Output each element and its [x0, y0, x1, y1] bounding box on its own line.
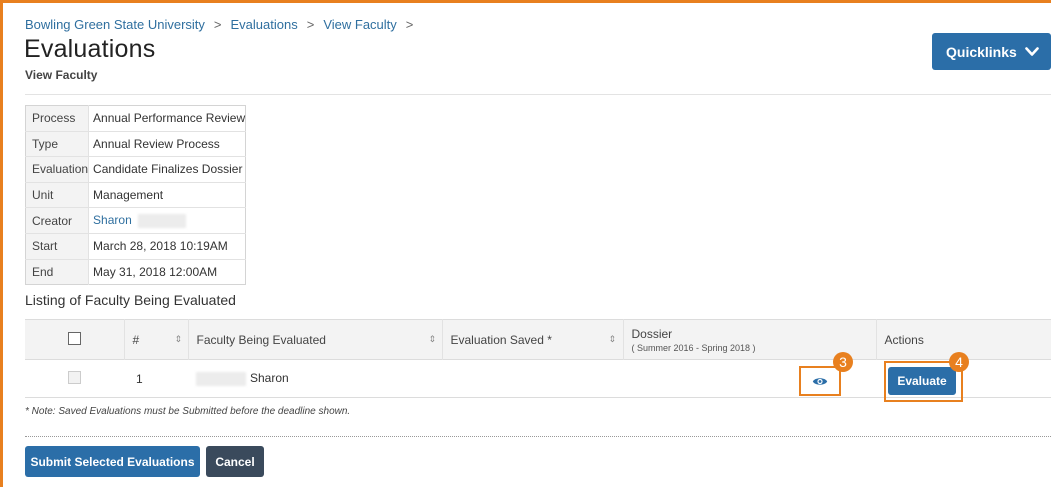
info-row-type: Type Annual Review Process: [25, 131, 246, 157]
highlight-frame-left: [0, 0, 3, 487]
breadcrumb: Bowling Green State University > Evaluatio…: [25, 17, 422, 32]
column-dossier-label: Dossier: [631, 326, 673, 341]
redacted-surname: [196, 371, 246, 386]
evaluate-button[interactable]: Evaluate: [888, 367, 956, 395]
quicklinks-label: Quicklinks: [946, 43, 1017, 60]
row-select-cell: [25, 360, 124, 398]
breadcrumb-evaluations[interactable]: Evaluations: [231, 17, 298, 32]
info-row-start: Start March 28, 2018 10:19AM: [25, 233, 246, 260]
chevron-down-icon: [1025, 46, 1039, 56]
info-row-unit: Unit Management: [25, 182, 246, 208]
page-title: Evaluations: [24, 35, 156, 63]
sort-icon: ⇕: [428, 334, 437, 344]
info-row-process: Process Annual Performance Review: [25, 105, 246, 132]
select-all-header: [25, 319, 125, 360]
column-number[interactable]: # ⇕: [124, 319, 189, 360]
divider: [25, 94, 1051, 95]
redacted-surname: [137, 214, 186, 229]
column-saved-label: Evaluation Saved *: [450, 332, 552, 347]
dossier-range: ( Summer 2016 - Spring 2018 ): [631, 342, 756, 353]
info-key: Type: [25, 131, 90, 157]
info-value: Annual Performance Review: [93, 111, 246, 126]
row-number: 1: [136, 371, 143, 386]
info-value: March 28, 2018 10:19AM: [93, 239, 228, 254]
info-key: Unit: [25, 182, 90, 208]
breadcrumb-separator: >: [405, 17, 414, 32]
column-number-label: #: [132, 332, 140, 347]
row-faculty-name: Sharon: [250, 371, 289, 386]
info-row-end: End May 31, 2018 12:00AM: [25, 259, 246, 285]
listing-heading: Listing of Faculty Being Evaluated: [25, 292, 236, 308]
step-badge-3: 3: [833, 352, 853, 372]
submit-selected-button[interactable]: Submit Selected Evaluations: [25, 446, 200, 477]
info-key: Evaluation: [25, 156, 90, 183]
row-faculty-cell: Sharon: [188, 360, 442, 398]
row-saved: [442, 360, 623, 398]
row-checkbox[interactable]: [68, 370, 81, 384]
info-key: End: [25, 259, 90, 285]
select-all-checkbox[interactable]: [67, 331, 81, 345]
sort-icon: ⇕: [608, 334, 617, 344]
divider-dotted: [25, 436, 1051, 437]
breadcrumb-separator: >: [306, 17, 315, 32]
info-value-creator: Sharon: [89, 208, 246, 234]
breadcrumb-university[interactable]: Bowling Green State University: [25, 17, 205, 32]
deadline-note: * Note: Saved Evaluations must be Submit…: [25, 406, 351, 417]
evaluation-info-table: Process Annual Performance Review Type A…: [25, 105, 247, 286]
info-key: Creator: [25, 207, 90, 234]
column-faculty[interactable]: Faculty Being Evaluated ⇕: [188, 319, 443, 360]
info-key: Start: [25, 233, 90, 260]
info-value: Candidate Finalizes Dossier: [93, 162, 243, 177]
breadcrumb-view-faculty[interactable]: View Faculty: [323, 17, 396, 32]
view-dossier-button[interactable]: [799, 366, 841, 396]
table-header-row: # ⇕ Faculty Being Evaluated ⇕ Evaluation…: [25, 319, 1051, 360]
quicklinks-button[interactable]: Quicklinks: [932, 33, 1051, 70]
cancel-button[interactable]: Cancel: [206, 446, 264, 477]
column-faculty-label: Faculty Being Evaluated: [196, 332, 326, 347]
info-value: May 31, 2018 12:00AM: [93, 264, 218, 279]
breadcrumb-separator: >: [213, 17, 222, 32]
info-value: Annual Review Process: [93, 136, 220, 151]
sort-icon: ⇕: [174, 334, 183, 344]
page-subtitle: View Faculty: [25, 68, 98, 82]
column-saved[interactable]: Evaluation Saved * ⇕: [442, 319, 624, 360]
info-row-evaluation: Evaluation Candidate Finalizes Dossier: [25, 156, 246, 183]
column-actions-label: Actions: [884, 332, 924, 347]
step-badge-4: 4: [949, 352, 969, 372]
eye-icon: [812, 377, 828, 385]
info-row-creator: Creator Sharon: [25, 207, 246, 234]
highlight-frame-top: [0, 0, 1051, 3]
creator-link[interactable]: Sharon: [93, 213, 132, 227]
info-value: Management: [93, 188, 164, 203]
info-key: Process: [25, 105, 90, 132]
